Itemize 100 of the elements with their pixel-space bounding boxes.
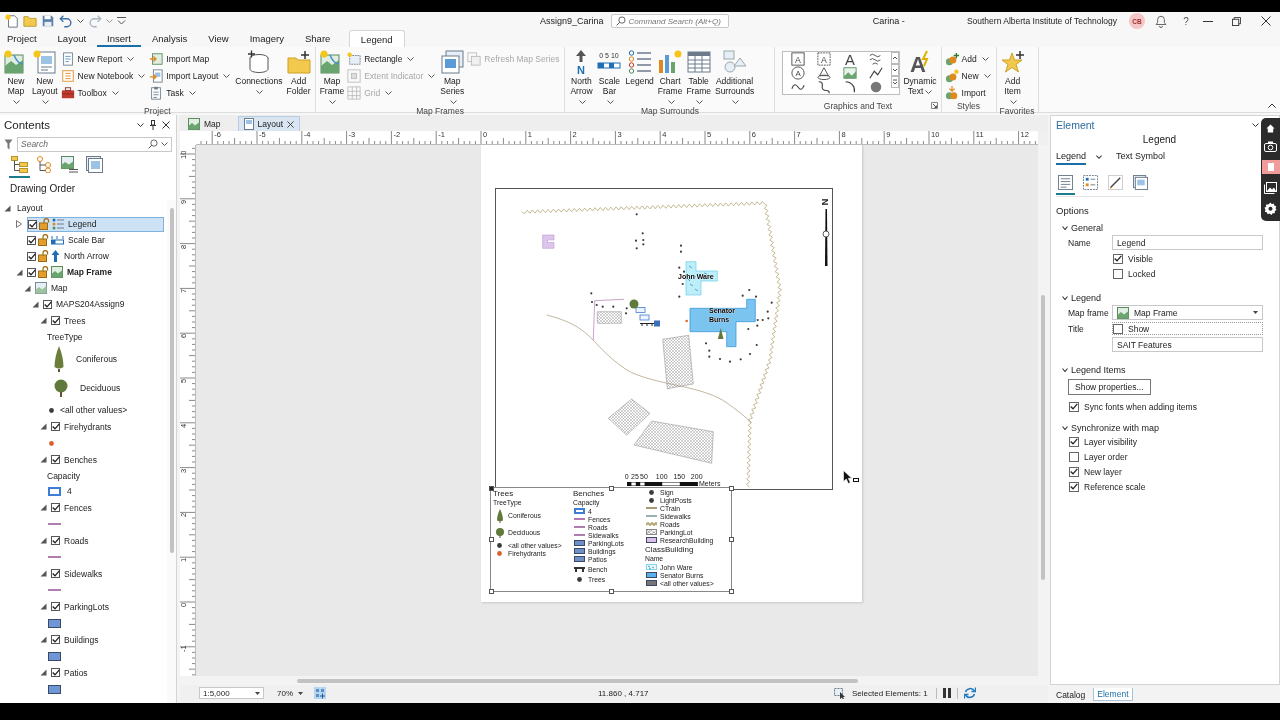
property-tab[interactable]: Text Symbol	[1116, 149, 1166, 165]
show-properties-button[interactable]: Show properties...	[1068, 379, 1151, 395]
expander-icon[interactable]	[40, 603, 47, 610]
ribbon-button[interactable]: Task	[149, 85, 233, 100]
save-icon[interactable]	[41, 14, 55, 28]
tree-item[interactable]: Trees	[51, 313, 90, 328]
tree-item[interactable]: Scale Bar	[27, 232, 109, 248]
wavy-lines-icon[interactable]	[869, 52, 884, 66]
ribbon-tab[interactable]: Share	[294, 30, 341, 47]
bar-chevron-icon[interactable]	[891, 76, 900, 88]
checkbox[interactable]	[51, 602, 60, 611]
chevron-icon[interactable]	[1062, 295, 1068, 300]
caret-icon[interactable]	[161, 142, 168, 146]
ribbon-button[interactable]: Import Layout	[149, 68, 233, 83]
dashed-box-letter-icon[interactable]: A	[817, 52, 832, 66]
chevron-up-icon[interactable]	[1268, 103, 1276, 108]
property-tab[interactable]: Legend	[1056, 149, 1087, 165]
ribbon-button[interactable]: New Notebook	[60, 68, 148, 83]
freehand-line-icon[interactable]	[817, 80, 832, 94]
expander-icon[interactable]	[4, 204, 11, 212]
cone-icon[interactable]	[817, 66, 832, 80]
ribbon-button[interactable]: New Layout	[31, 50, 59, 106]
tree-item[interactable]: Map Frame	[27, 264, 116, 280]
ribbon-tab[interactable]: Project	[0, 30, 48, 47]
checkbox[interactable]	[27, 267, 36, 277]
checkbox[interactable]	[1113, 268, 1123, 279]
checkbox-option[interactable]: Visible	[1112, 251, 1154, 266]
refresh-icon[interactable]	[963, 687, 976, 699]
resize-handle-icon[interactable]	[488, 588, 494, 594]
ribbon-button[interactable]: A Dynamic Text	[902, 50, 938, 96]
checkbox[interactable]	[51, 455, 60, 464]
ribbon-tab[interactable]: View	[197, 30, 240, 47]
pencil-icon[interactable]	[1108, 175, 1123, 190]
checkbox[interactable]	[1113, 253, 1123, 264]
tree-item[interactable]: Firehydrants	[51, 419, 116, 434]
document-tab[interactable]: Layout	[237, 116, 301, 131]
checkbox[interactable]	[1069, 466, 1079, 477]
ribbon-tab[interactable]: Insert	[96, 30, 142, 47]
tree-item[interactable]: Roads	[51, 533, 93, 548]
image-icon[interactable]	[1264, 182, 1277, 194]
ribbon-button[interactable]: Connections	[234, 50, 284, 96]
resize-handle-icon[interactable]	[728, 485, 734, 491]
help-button[interactable]: ?	[1179, 15, 1193, 27]
ribbon-button[interactable]: Legend	[624, 50, 655, 86]
view-tab[interactable]	[9, 156, 30, 178]
resize-handle-icon[interactable]	[728, 588, 734, 594]
checkbox[interactable]	[51, 422, 60, 431]
tree-item[interactable]: Sidewalks	[51, 566, 107, 581]
pin-icon[interactable]	[150, 119, 156, 130]
scroll-up-icon[interactable]	[891, 52, 900, 64]
unlocked-padlock-icon[interactable]	[38, 266, 49, 278]
command-search-field[interactable]: Command Search (Alt+Q)	[610, 14, 729, 28]
checkbox-option[interactable]: Locked	[1112, 266, 1157, 281]
boxed-letter-icon[interactable]: A	[791, 52, 806, 66]
scale-dropdown[interactable]: 1:5,000	[199, 687, 264, 699]
expander-icon[interactable]	[24, 284, 31, 292]
caret-icon[interactable]	[137, 122, 144, 127]
checkbox[interactable]	[43, 299, 52, 309]
resize-handle-icon[interactable]	[608, 588, 614, 594]
ribbon-tab[interactable]: Analysis	[141, 30, 198, 47]
dotted-list-icon[interactable]	[1083, 175, 1098, 190]
checkbox-option[interactable]: Layer visibility	[1068, 434, 1138, 449]
gear-icon[interactable]	[1264, 202, 1277, 215]
map-lines-icon[interactable]	[61, 156, 78, 173]
expander-icon[interactable]	[40, 423, 47, 430]
text-field[interactable]: Legend	[1112, 235, 1263, 250]
resize-handle-icon[interactable]	[608, 485, 614, 491]
ribbon-button[interactable]: New Report	[60, 51, 148, 66]
ribbon-tab[interactable]: Layout	[47, 30, 97, 47]
ribbon-button[interactable]: Add	[944, 51, 993, 66]
expander-icon[interactable]	[40, 317, 47, 324]
checkbox[interactable]	[27, 235, 36, 245]
unlocked-padlock-icon[interactable]	[38, 234, 49, 246]
new-file-icon[interactable]	[5, 14, 19, 28]
checkbox[interactable]	[1113, 323, 1123, 334]
checkbox[interactable]	[1069, 451, 1079, 462]
caret-icon[interactable]	[1096, 155, 1103, 159]
bell-icon[interactable]	[1155, 14, 1167, 28]
zoom-dropdown[interactable]: 70%	[274, 687, 306, 699]
ribbon-button[interactable]: Add Folder	[285, 50, 312, 96]
chevron-icon[interactable]	[1062, 425, 1068, 430]
checkbox[interactable]	[1069, 436, 1079, 447]
expander-icon[interactable]	[40, 537, 47, 544]
ribbon-button[interactable]: New Map	[3, 50, 29, 106]
ribbon-button[interactable]: New	[944, 68, 993, 83]
resize-handle-icon[interactable]	[488, 485, 494, 491]
expander-icon[interactable]	[40, 636, 47, 643]
ribbon-button[interactable]: Chart Frame	[656, 50, 684, 106]
arc-icon[interactable]	[843, 80, 858, 94]
expander-icon[interactable]	[16, 268, 23, 276]
caret-icon[interactable]	[1252, 122, 1259, 127]
checkbox[interactable]	[51, 536, 60, 545]
camera-icon[interactable]	[1264, 141, 1277, 152]
resize-handle-icon[interactable]	[728, 537, 734, 542]
ribbon-button[interactable]: Import Map	[149, 51, 233, 66]
command-search-input[interactable]: Command Search (Alt+Q)	[628, 16, 724, 26]
expander-icon[interactable]	[40, 669, 47, 676]
scrollbar[interactable]	[167, 200, 176, 703]
tree-item[interactable]: Layout	[15, 200, 47, 216]
text-field[interactable]: SAIT Features	[1112, 337, 1263, 352]
